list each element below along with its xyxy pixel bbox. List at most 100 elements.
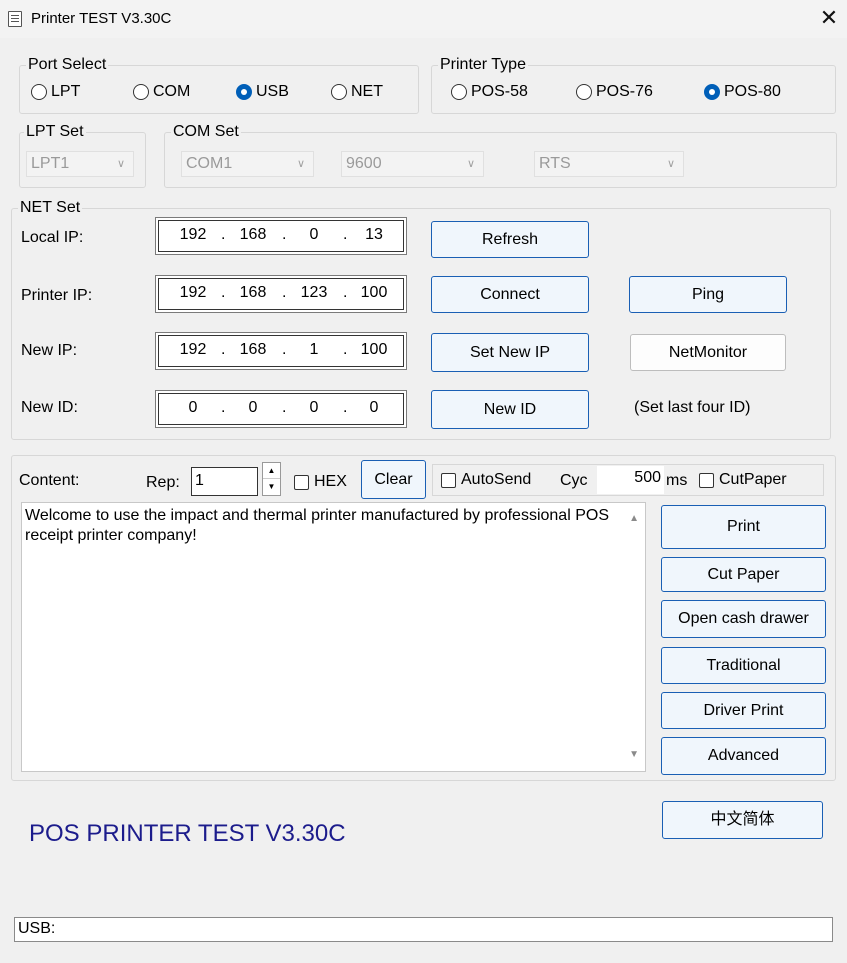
- printer-ip-input[interactable]: 192. 168. 123. 100: [155, 275, 407, 313]
- new-id-input[interactable]: 0. 0. 0. 0: [155, 390, 407, 428]
- id-octet: 0: [309, 399, 319, 416]
- baud-value: 9600: [346, 155, 382, 172]
- cyc-label: Cyc: [560, 472, 588, 489]
- com-port-value: COM1: [186, 155, 233, 172]
- id-octet: 0: [248, 399, 258, 416]
- radio-com[interactable]: COM: [133, 83, 190, 101]
- open-cash-drawer-button[interactable]: Open cash drawer: [661, 600, 826, 638]
- ip-dot: .: [343, 399, 348, 416]
- printer-ip-label: Printer IP:: [21, 287, 93, 304]
- baud-select[interactable]: 9600 ∨: [341, 151, 484, 177]
- driver-print-button[interactable]: Driver Print: [661, 692, 826, 729]
- radio-net[interactable]: NET: [331, 83, 383, 101]
- new-id-label: New ID:: [21, 399, 78, 416]
- checkbox-box: [441, 472, 456, 488]
- set-new-ip-button[interactable]: Set New IP: [431, 333, 589, 372]
- netmonitor-button[interactable]: NetMonitor: [630, 334, 786, 371]
- ip-dot: .: [221, 226, 226, 243]
- ip-octet: 100: [360, 341, 388, 358]
- new-id-hint: (Set last four ID): [634, 399, 751, 416]
- printer-type-label: Printer Type: [438, 56, 528, 74]
- checkbox-label: AutoSend: [461, 471, 532, 488]
- com-set-label: COM Set: [171, 123, 241, 141]
- app-icon: [8, 11, 22, 27]
- ip-dot: .: [282, 399, 287, 416]
- cutpaper-checkbox[interactable]: CutPaper: [699, 471, 787, 489]
- autosend-checkbox[interactable]: AutoSend: [441, 471, 531, 489]
- window-title: Printer TEST V3.30C: [31, 10, 172, 27]
- ip-dot: .: [343, 226, 348, 243]
- radio-dot: [451, 84, 467, 100]
- content-textarea[interactable]: Welcome to use the impact and thermal pr…: [21, 502, 646, 772]
- ip-dot: .: [221, 341, 226, 358]
- checkbox-label: HEX: [314, 473, 347, 490]
- radio-pos80[interactable]: POS-80: [704, 83, 781, 101]
- rep-label: Rep:: [146, 474, 180, 491]
- ip-dot: .: [221, 284, 226, 301]
- ip-octet: 123: [300, 284, 328, 301]
- ip-octet: 0: [309, 226, 319, 243]
- ip-dot: .: [343, 284, 348, 301]
- ip-octet: 100: [360, 284, 388, 301]
- ip-octet: 168: [239, 341, 267, 358]
- ip-dot: .: [221, 399, 226, 416]
- radio-dot: [576, 84, 592, 100]
- radio-label: POS-80: [724, 83, 781, 100]
- radio-usb[interactable]: USB: [236, 83, 289, 101]
- radio-label: POS-58: [471, 83, 528, 100]
- spin-down-icon[interactable]: ▼: [263, 479, 280, 495]
- clear-button[interactable]: Clear: [361, 460, 426, 499]
- ip-octet: 192: [179, 284, 207, 301]
- ip-dot: .: [282, 341, 287, 358]
- chevron-down-icon: ∨: [466, 158, 475, 170]
- radio-pos76[interactable]: POS-76: [576, 83, 653, 101]
- ip-octet: 168: [239, 226, 267, 243]
- radio-label: NET: [351, 83, 383, 100]
- hex-checkbox[interactable]: HEX: [294, 473, 347, 491]
- ip-dot: .: [282, 226, 287, 243]
- cut-paper-button[interactable]: Cut Paper: [661, 557, 826, 592]
- lpt-select[interactable]: LPT1 ∨: [26, 151, 134, 177]
- radio-pos58[interactable]: POS-58: [451, 83, 528, 101]
- rep-spinner[interactable]: ▲ ▼: [262, 462, 281, 496]
- scroll-up-icon[interactable]: ▲: [629, 509, 639, 529]
- flow-value: RTS: [539, 155, 571, 172]
- local-ip-input[interactable]: 192. 168. 0. 13: [155, 217, 407, 255]
- connect-button[interactable]: Connect: [431, 276, 589, 313]
- checkbox-label: CutPaper: [719, 471, 787, 488]
- ip-dot: .: [282, 284, 287, 301]
- chevron-down-icon: ∨: [116, 158, 125, 170]
- radio-dot: [704, 84, 720, 100]
- chevron-down-icon: ∨: [296, 158, 305, 170]
- ip-dot: .: [343, 341, 348, 358]
- radio-dot: [31, 84, 47, 100]
- new-id-button[interactable]: New ID: [431, 390, 589, 429]
- radio-label: COM: [153, 83, 191, 100]
- traditional-button[interactable]: Traditional: [661, 647, 826, 684]
- ping-button[interactable]: Ping: [629, 276, 787, 313]
- port-select-label: Port Select: [26, 56, 109, 74]
- new-ip-label: New IP:: [21, 342, 78, 359]
- ms-label: ms: [666, 472, 688, 489]
- rep-input[interactable]: 1: [191, 467, 258, 496]
- radio-dot: [331, 84, 347, 100]
- refresh-button[interactable]: Refresh: [431, 221, 589, 258]
- new-ip-input[interactable]: 192. 168. 1. 100: [155, 332, 407, 370]
- status-bar: USB:: [14, 917, 833, 942]
- flow-select[interactable]: RTS ∨: [534, 151, 684, 177]
- ip-octet: 192: [179, 226, 207, 243]
- radio-label: POS-76: [596, 83, 653, 100]
- language-button[interactable]: 中文简体: [662, 801, 823, 839]
- print-button[interactable]: Print: [661, 505, 826, 549]
- ip-octet: 168: [239, 284, 267, 301]
- radio-lpt[interactable]: LPT: [31, 83, 80, 101]
- spin-up-icon[interactable]: ▲: [263, 463, 280, 479]
- advanced-button[interactable]: Advanced: [661, 737, 826, 775]
- net-set-label: NET Set: [18, 199, 83, 217]
- scroll-down-icon[interactable]: ▼: [629, 745, 639, 765]
- close-icon[interactable]: ✕: [816, 6, 842, 32]
- radio-dot: [133, 84, 149, 100]
- com-port-select[interactable]: COM1 ∨: [181, 151, 314, 177]
- cyc-input[interactable]: 500: [597, 466, 664, 494]
- chevron-down-icon: ∨: [666, 158, 675, 170]
